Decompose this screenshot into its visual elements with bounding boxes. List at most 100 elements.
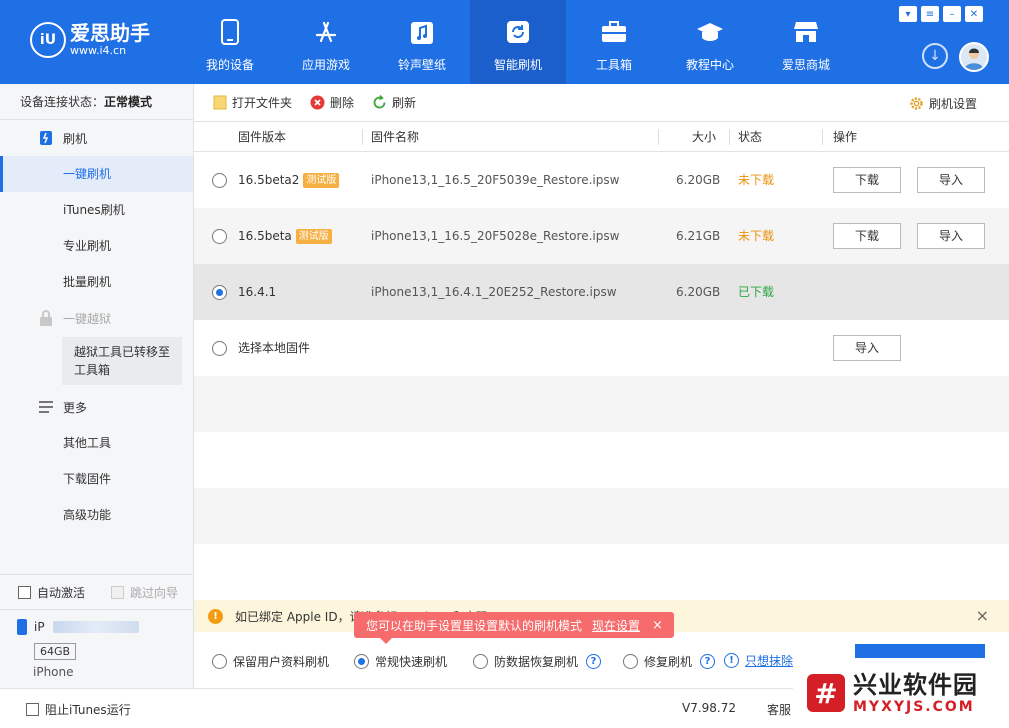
download-button[interactable]: 下载 — [833, 223, 901, 249]
download-button[interactable]: 下载 — [833, 167, 901, 193]
watermark-cn: 兴业软件园 — [853, 671, 978, 699]
mode-radio[interactable] — [623, 654, 638, 669]
app-version: V7.98.72 — [682, 701, 737, 715]
skip-guide-checkbox[interactable] — [111, 585, 125, 599]
beta-badge: 测试版 — [303, 173, 340, 188]
shop-icon — [792, 18, 820, 46]
folder-icon — [212, 95, 227, 110]
nav-label: 应用游戏 — [301, 58, 350, 72]
sidebar-item-pro-flash[interactable]: 专业刷机 — [0, 228, 193, 264]
phone-icon — [216, 18, 244, 46]
nav-label: 教程中心 — [685, 58, 734, 72]
nav-label: 工具箱 — [595, 58, 632, 72]
sidebar-item-one-click-flash[interactable]: 一键刷机 — [0, 156, 193, 192]
list-icon — [38, 399, 54, 415]
default-mode-tooltip: 您可以在助手设置里设置默认的刷机模式 现在设置 × — [354, 612, 674, 644]
nav-tutorials[interactable]: 教程中心 — [662, 0, 758, 84]
table-row[interactable]: 选择本地固件 导入 — [194, 320, 1009, 376]
close-icon[interactable]: ✕ — [965, 6, 983, 22]
app-logo: iU 爱思助手 www.i4.cn — [30, 22, 150, 58]
table-row[interactable]: 16.4.1 iPhone13,1_16.4.1_20E252_Restore.… — [194, 264, 1009, 320]
sidebar-item-other-tools[interactable]: 其他工具 — [0, 425, 193, 461]
nav-smart-flash[interactable]: 智能刷机 — [470, 0, 566, 84]
skin-icon[interactable]: ▾ — [899, 6, 917, 22]
title-bar: iU 爱思助手 www.i4.cn 我的设备 应用游戏 铃声壁纸 智能刷机 工具… — [0, 0, 1009, 84]
nav-ringtones[interactable]: 铃声壁纸 — [374, 0, 470, 84]
watermark-en: MYXYJS.COM — [853, 699, 975, 715]
menu-icon[interactable]: ≡ — [921, 6, 939, 22]
close-icon[interactable]: × — [652, 618, 663, 633]
mode-radio[interactable] — [212, 654, 227, 669]
device-capacity: 64GB — [34, 643, 77, 660]
logo-name: 爱思助手 — [70, 21, 150, 45]
gear-icon — [909, 96, 924, 111]
nav-my-device[interactable]: 我的设备 — [182, 0, 278, 84]
local-firmware-radio[interactable] — [212, 341, 227, 356]
firmware-size: 6.20GB — [676, 173, 721, 187]
flash-settings-button[interactable]: 刷机设置 — [909, 95, 977, 112]
watermark-logo-icon: # — [807, 674, 845, 712]
refresh-icon — [372, 95, 387, 110]
block-itunes-checkbox[interactable] — [26, 703, 39, 716]
import-button[interactable]: 导入 — [917, 223, 985, 249]
nav-toolbox[interactable]: 工具箱 — [566, 0, 662, 84]
mode-quick[interactable]: 常规快速刷机 — [354, 653, 447, 670]
mode-keep-data[interactable]: 保留用户资料刷机 — [212, 653, 329, 670]
col-name: 固件名称 — [371, 130, 420, 144]
iphone-icon — [17, 619, 27, 635]
firmware-version: 16.5beta2 — [238, 173, 300, 187]
customer-service-link[interactable]: 客服 — [767, 701, 791, 718]
nav-shop[interactable]: 爱思商城 — [758, 0, 854, 84]
import-button[interactable]: 导入 — [917, 167, 985, 193]
firmware-radio[interactable] — [212, 173, 227, 188]
sidebar-item-batch-flash[interactable]: 批量刷机 — [0, 264, 193, 300]
nav-label: 我的设备 — [205, 58, 254, 72]
help-icon[interactable]: ? — [700, 654, 716, 669]
block-itunes-option[interactable]: 阻止iTunes运行 — [26, 701, 131, 718]
firmware-size: 6.21GB — [676, 229, 721, 243]
main-nav: 我的设备 应用游戏 铃声壁纸 智能刷机 工具箱 教程中心 爱思商城 — [182, 0, 854, 84]
firmware-status: 未下载 — [738, 229, 775, 243]
mode-repair[interactable]: 修复刷机 ? — [623, 653, 716, 670]
close-icon[interactable]: × — [976, 606, 989, 625]
table-row[interactable]: 16.5beta2 测试版 iPhone13,1_16.5_20F5039e_Re… — [194, 152, 1009, 208]
nav-label: 爱思商城 — [781, 58, 830, 72]
app-store-icon — [312, 18, 340, 46]
jailbreak-note: 越狱工具已转移至工具箱 — [62, 337, 182, 385]
firmware-radio[interactable] — [212, 285, 227, 300]
delete-icon — [310, 95, 325, 110]
avatar[interactable] — [959, 42, 989, 72]
table-row[interactable]: 16.5beta 测试版 iPhone13,1_16.5_20F5028e_Res… — [194, 208, 1009, 264]
sidebar-group-more: 更多 — [0, 389, 193, 425]
toolbox-icon — [600, 18, 628, 46]
download-icon[interactable]: ↓ — [922, 43, 948, 69]
help-icon[interactable]: ? — [586, 654, 602, 669]
sidebar-item-itunes-flash[interactable]: iTunes刷机 — [0, 192, 193, 228]
nav-apps[interactable]: 应用游戏 — [278, 0, 374, 84]
wipe-only-link[interactable]: ! 只想抹除 — [724, 652, 793, 669]
set-now-link[interactable]: 现在设置 — [592, 617, 640, 634]
minimize-icon[interactable]: – — [943, 6, 961, 22]
sidebar-item-download-firmware[interactable]: 下载固件 — [0, 461, 193, 497]
tooltip-text: 您可以在助手设置里设置默认的刷机模式 — [366, 618, 583, 633]
auto-activate-checkbox[interactable] — [18, 585, 31, 599]
mode-anti-recovery[interactable]: 防数据恢复刷机 ? — [473, 653, 602, 670]
sidebar-item-advanced[interactable]: 高级功能 — [0, 497, 193, 533]
empty-row — [194, 432, 1009, 488]
import-button[interactable]: 导入 — [833, 335, 901, 361]
device-model: iPhone — [33, 665, 74, 679]
nav-label: 智能刷机 — [493, 58, 542, 72]
mode-radio[interactable] — [354, 654, 369, 669]
mode-radio[interactable] — [473, 654, 488, 669]
connection-status: 设备连接状态：正常模式 — [0, 84, 193, 120]
col-separator — [822, 129, 823, 145]
logo-url: www.i4.cn — [70, 44, 127, 57]
device-card[interactable]: iP 64GB iPhone — [0, 610, 193, 682]
delete-button[interactable]: 删除 — [310, 94, 354, 111]
col-action: 操作 — [833, 130, 858, 144]
open-folder-button[interactable]: 打开文件夹 — [212, 94, 292, 111]
empty-row — [194, 488, 1009, 544]
refresh-button[interactable]: 刷新 — [372, 94, 416, 111]
col-separator — [729, 129, 730, 145]
firmware-radio[interactable] — [212, 229, 227, 244]
